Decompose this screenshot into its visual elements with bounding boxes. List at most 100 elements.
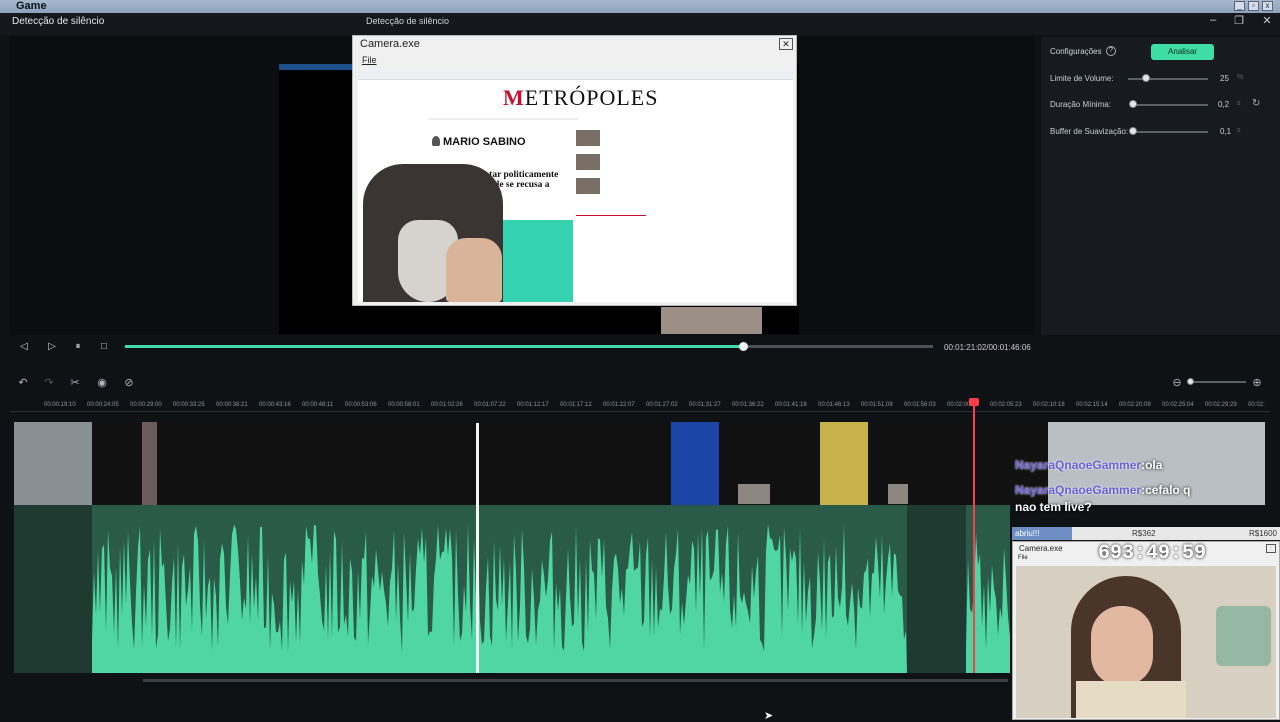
background-plant [1216, 606, 1271, 666]
playhead[interactable] [973, 400, 975, 673]
refresh-icon[interactable]: ↻ [1252, 98, 1260, 109]
zoom-out-icon[interactable]: ⊖ [1170, 376, 1184, 389]
os-minimize-button[interactable]: _ [1234, 1, 1245, 11]
ruler-tick-label: 00:00:24:05 [87, 402, 119, 408]
playback-progress-knob[interactable] [739, 342, 749, 351]
donation-bar: abriu!!! R$362 R$1600 [1012, 527, 1280, 540]
ruler-tick-label: 00:02:20:09 [1119, 402, 1151, 408]
close-icon[interactable]: ✕ [1259, 14, 1275, 27]
camera-window[interactable]: Camera.exe ✕ File METRÓPOLES MARIO SABIN… [352, 35, 797, 306]
smoothing-buffer-unit: s [1237, 127, 1241, 134]
audio-waveform [14, 505, 1010, 673]
redo-icon[interactable]: ↷ [42, 376, 56, 389]
os-maximize-button[interactable]: ▫ [1248, 1, 1259, 11]
os-title-bar [0, 0, 1280, 13]
zoom-slider-knob[interactable] [1187, 378, 1194, 385]
ruler-tick-label: 00:01:36:22 [732, 402, 764, 408]
smoothing-buffer-value[interactable]: 0,1 [1220, 127, 1231, 136]
ruler-tick-label: 00:01:56:03 [904, 402, 936, 408]
video-clip-thumb [738, 484, 770, 504]
ruler-tick-label: 00:01:27:02 [646, 402, 678, 408]
mouse-cursor: ➤ [764, 710, 774, 722]
zoom-slider[interactable] [1188, 381, 1246, 383]
author-avatar [432, 136, 440, 146]
webcam-close-button[interactable]: x [1266, 544, 1276, 553]
playback-progress-fill [125, 345, 744, 348]
ruler-tick-label: 00:01:12:17 [517, 402, 549, 408]
cut-icon[interactable]: ✂ [68, 376, 82, 389]
previous-frame-icon[interactable]: ◁ [17, 341, 31, 352]
min-duration-slider[interactable] [1133, 104, 1208, 106]
browser-url-bar [358, 70, 793, 80]
chat-overlay: NayaraQnaoeGammer:ola NayaraQnaoeGammer:… [1015, 455, 1277, 527]
smoothing-buffer-slider[interactable] [1133, 131, 1208, 133]
camera-file-menu[interactable]: File [362, 55, 377, 65]
volume-threshold-knob[interactable] [1141, 74, 1150, 82]
audio-waveform-track[interactable] [14, 505, 1010, 673]
ruler-tick-label: 00:02:10:18 [1033, 402, 1065, 408]
play-icon[interactable]: ▷ [45, 341, 59, 352]
video-clip[interactable] [142, 422, 157, 505]
eye-icon[interactable]: ◉ [95, 376, 109, 389]
volume-threshold-value[interactable]: 25 [1220, 74, 1229, 83]
eye-off-icon[interactable]: ⊘ [122, 376, 136, 389]
video-clip[interactable] [820, 422, 868, 505]
chat-message-tail: nao tem live? [1015, 500, 1092, 514]
streamer-shirt [1076, 681, 1186, 718]
pause-icon[interactable]: ⏸ [71, 341, 85, 352]
ruler-tick-label: 00:01:31:27 [689, 402, 721, 408]
ruler-tick-label: 00:01:22:07 [603, 402, 635, 408]
ruler-tick-label: 00:01:41:18 [775, 402, 807, 408]
ruler-tick-label: 00:02:25:04 [1162, 402, 1194, 408]
chat-message: NayaraQnaoeGammer:ola [1015, 458, 1163, 472]
app-center-title: Detecção de silêncio [366, 16, 450, 26]
app-title: Detecção de silêncio [12, 16, 105, 27]
ruler-tick-label: 00:01:17:12 [560, 402, 592, 408]
webcam-file-menu[interactable]: File [1018, 555, 1028, 561]
restore-icon[interactable]: ❐ [1231, 14, 1247, 27]
volume-threshold-label: Limite de Volume: [1050, 74, 1114, 83]
webcam-window[interactable]: Camera.exe x File 693:49:59 [1012, 541, 1280, 720]
undo-icon[interactable]: ↶ [16, 376, 30, 389]
ruler-tick-label: 00:01:02:26 [431, 402, 463, 408]
ruler-tick-label: 00:01:51:08 [861, 402, 893, 408]
app-title-bar [0, 13, 1280, 35]
sidebar-thumb [576, 130, 600, 146]
volume-threshold-slider[interactable] [1128, 78, 1208, 80]
timecode: 00:01:21:02/00:01:46:06 [944, 343, 1031, 352]
segment-marker[interactable] [476, 423, 479, 673]
smoothing-buffer-knob[interactable] [1129, 127, 1137, 135]
min-duration-knob[interactable] [1129, 100, 1137, 108]
donation-current: R$362 [1132, 529, 1156, 538]
minimize-icon[interactable]: – [1205, 14, 1221, 26]
article-author: MARIO SABINO [443, 136, 526, 148]
stream-timer: 693:49:59 [1098, 542, 1207, 565]
min-duration-value[interactable]: 0,2 [1218, 100, 1229, 109]
analyze-button[interactable]: Analisar [1151, 44, 1214, 60]
os-window-title: Game [16, 0, 47, 12]
video-clip[interactable] [671, 422, 719, 505]
smoothing-buffer-label: Buffer de Suavização: [1050, 127, 1129, 136]
help-icon[interactable]: ? [1106, 46, 1116, 56]
os-close-button[interactable]: x [1262, 1, 1273, 11]
ruler-tick-label: 00:00:58:01 [388, 402, 420, 408]
ruler-tick-label: 00:02: [1248, 402, 1265, 408]
ruler-tick-label: 00:00:29:00 [130, 402, 162, 408]
zoom-in-icon[interactable]: ⊕ [1250, 376, 1264, 389]
camera-close-button[interactable]: ✕ [779, 38, 793, 50]
min-duration-label: Duração Mínima: [1050, 100, 1111, 109]
ruler-tick-label: 00:00:33:25 [173, 402, 205, 408]
streamer-face [1091, 606, 1153, 686]
website-screenshot: METRÓPOLES MARIO SABINO O STF quis matar… [358, 70, 793, 302]
timeline-scrollbar[interactable] [143, 679, 1008, 682]
sidebar-thumb [576, 178, 600, 194]
ruler-tick-label: 00:00:19:10 [44, 402, 76, 408]
ruler-tick-label: 00:00:38:21 [216, 402, 248, 408]
video-clip[interactable] [14, 422, 92, 505]
ruler-tick-label: 00:02:29:29 [1205, 402, 1237, 408]
stop-icon[interactable]: □ [97, 341, 111, 352]
ruler-tick-label: 00:02:15:14 [1076, 402, 1108, 408]
ruler-tick-label: 00:01:07:22 [474, 402, 506, 408]
min-duration-unit: s [1237, 100, 1241, 107]
camera-window-title: Camera.exe [360, 38, 420, 50]
